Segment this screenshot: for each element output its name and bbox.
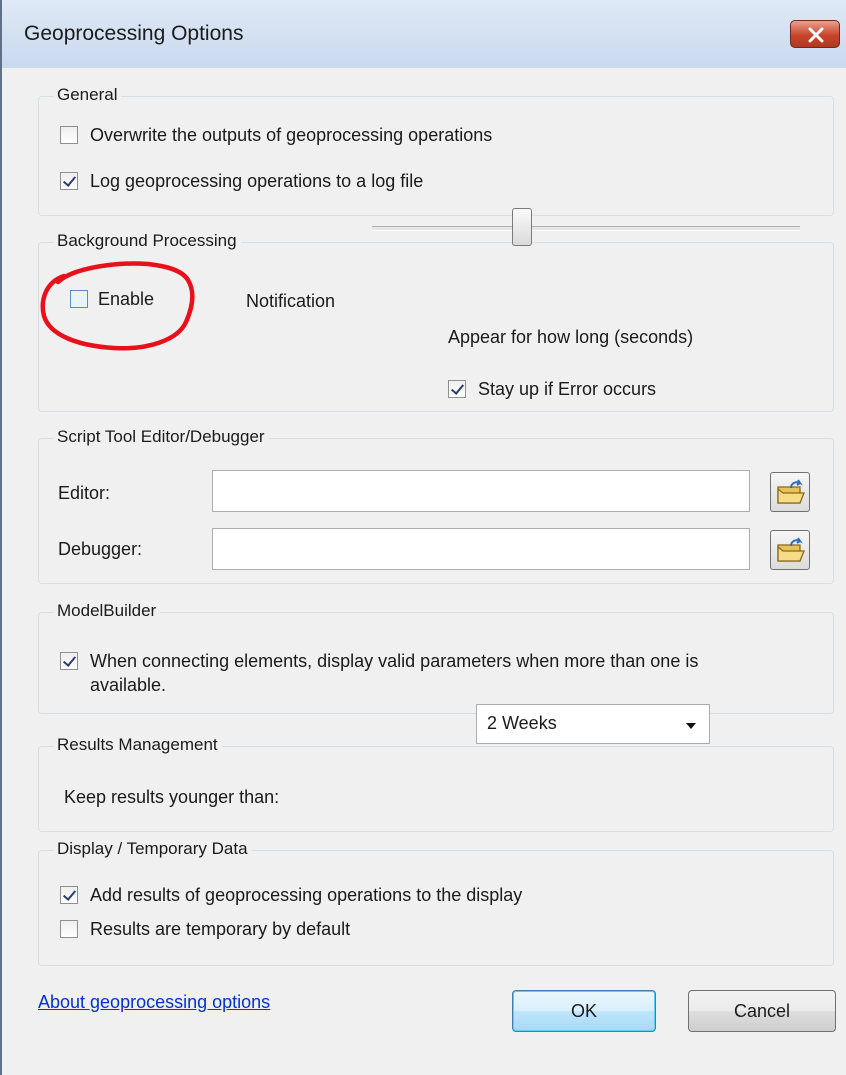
log-operations-checkbox[interactable] bbox=[60, 172, 78, 190]
enable-background-label[interactable]: Enable bbox=[98, 288, 154, 310]
notification-label: Notification bbox=[246, 291, 336, 311]
geoprocessing-options-dialog: Geoprocessing Options General Overwrite … bbox=[0, 0, 846, 1075]
debugger-browse-button[interactable] bbox=[770, 530, 810, 570]
modelbuilder-legend: ModelBuilder bbox=[53, 600, 161, 622]
valid-parameters-label-line1[interactable]: When connecting elements, display valid … bbox=[90, 650, 698, 672]
ok-button[interactable]: OK bbox=[512, 990, 656, 1032]
cancel-button[interactable]: Cancel bbox=[688, 990, 836, 1032]
script-tool-legend: Script Tool Editor/Debugger bbox=[53, 426, 269, 448]
slider-caption: Appear for how long (seconds) bbox=[448, 327, 694, 347]
add-results-display-label[interactable]: Add results of geoprocessing operations … bbox=[90, 884, 522, 906]
notification-slider-thumb[interactable] bbox=[512, 208, 532, 246]
open-folder-icon bbox=[777, 479, 805, 504]
keep-results-dropdown[interactable]: 2 Weeks bbox=[476, 704, 710, 744]
temporary-default-label[interactable]: Results are temporary by default bbox=[90, 918, 350, 940]
temporary-default-checkbox[interactable] bbox=[60, 920, 78, 938]
debugger-label: Debugger: bbox=[58, 539, 143, 559]
display-temporary-group: Display / Temporary Data bbox=[38, 838, 834, 966]
valid-parameters-label-line2[interactable]: available. bbox=[90, 674, 166, 696]
overwrite-outputs-label[interactable]: Overwrite the outputs of geoprocessing o… bbox=[90, 124, 492, 146]
keep-results-value: 2 Weeks bbox=[487, 713, 557, 733]
results-management-legend: Results Management bbox=[53, 734, 222, 756]
overwrite-outputs-checkbox[interactable] bbox=[60, 126, 78, 144]
background-processing-group: Background Processing bbox=[38, 230, 834, 412]
display-temporary-legend: Display / Temporary Data bbox=[53, 838, 252, 860]
about-geoprocessing-link[interactable]: About geoprocessing options bbox=[38, 992, 270, 1013]
keep-results-label: Keep results younger than: bbox=[64, 787, 280, 807]
log-operations-label[interactable]: Log geoprocessing operations to a log fi… bbox=[90, 170, 423, 192]
title-bar[interactable]: Geoprocessing Options bbox=[2, 0, 846, 68]
chevron-down-icon bbox=[686, 723, 696, 729]
background-processing-legend: Background Processing bbox=[53, 230, 241, 252]
open-folder-icon bbox=[777, 537, 805, 562]
close-button[interactable] bbox=[790, 20, 840, 48]
enable-background-checkbox[interactable] bbox=[70, 290, 88, 308]
general-legend: General bbox=[53, 84, 122, 106]
debugger-input[interactable] bbox=[212, 528, 750, 570]
editor-label: Editor: bbox=[58, 483, 111, 503]
close-icon bbox=[808, 27, 824, 43]
stay-up-error-label[interactable]: Stay up if Error occurs bbox=[478, 378, 656, 400]
general-group: General bbox=[38, 84, 834, 216]
stay-up-error-checkbox[interactable] bbox=[448, 380, 466, 398]
dialog-client-area: General Overwrite the outputs of geoproc… bbox=[2, 68, 846, 1075]
window-title: Geoprocessing Options bbox=[24, 22, 244, 45]
valid-parameters-checkbox[interactable] bbox=[60, 652, 78, 670]
add-results-display-checkbox[interactable] bbox=[60, 886, 78, 904]
editor-browse-button[interactable] bbox=[770, 472, 810, 512]
editor-input[interactable] bbox=[212, 470, 750, 512]
notification-slider-track[interactable] bbox=[372, 226, 800, 231]
